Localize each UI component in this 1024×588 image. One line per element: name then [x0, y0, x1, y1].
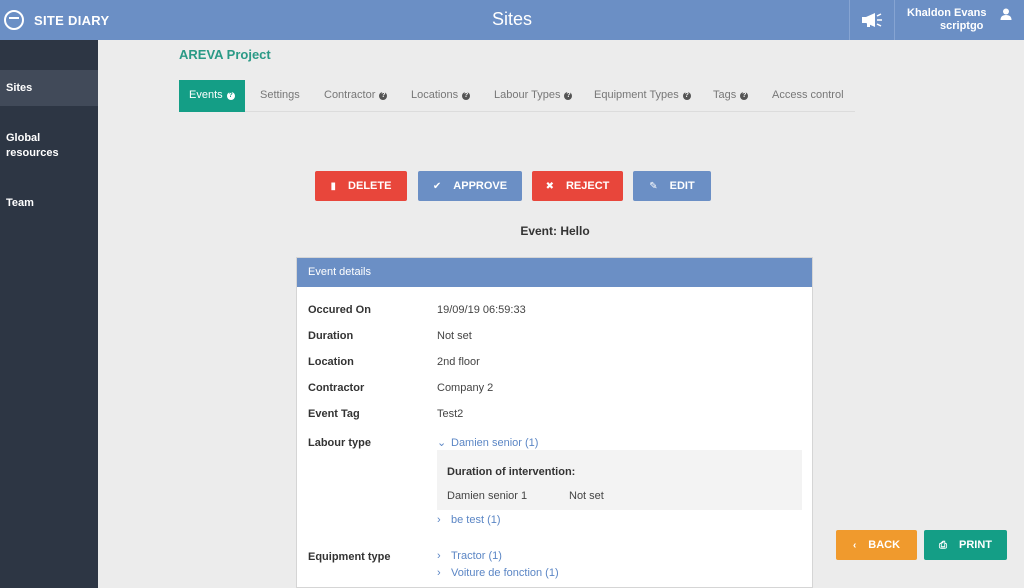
tab-labour-types[interactable]: Labour Types?	[494, 80, 573, 111]
field-value: 19/09/19 06:59:33	[437, 304, 526, 316]
x-icon: ✖	[545, 181, 554, 192]
intervention-name: Damien senior 1	[447, 490, 528, 502]
edit-button[interactable]: ✎ EDIT	[633, 171, 711, 201]
chevron-down-icon: ⌄	[437, 437, 447, 449]
help-icon: ?	[226, 92, 235, 100]
help-icon: ?	[379, 92, 388, 100]
button-label: DELETE	[348, 180, 392, 192]
tab-bar: Events? Settings Contractor? Locations? …	[179, 80, 855, 112]
user-org: scriptgo	[940, 20, 984, 32]
back-button[interactable]: ‹ BACK	[836, 530, 917, 560]
field-label: Location	[308, 356, 354, 368]
approve-button[interactable]: ✔ APPROVE	[418, 171, 522, 201]
tab-settings[interactable]: Settings	[260, 80, 300, 111]
button-label: APPROVE	[453, 180, 508, 192]
help-icon: ?	[564, 92, 573, 100]
button-label: PRINT	[959, 539, 992, 551]
button-label: EDIT	[669, 180, 695, 192]
intervention-value: Not set	[569, 490, 604, 502]
announcements-button[interactable]	[849, 0, 895, 40]
intervention-box: Duration of intervention: Damien senior …	[437, 450, 802, 510]
tab-contractor[interactable]: Contractor?	[324, 80, 388, 111]
equipment-item-label: Voiture de fonction (1)	[451, 567, 559, 579]
tab-label: Labour Types	[494, 89, 561, 101]
chevron-right-icon: ›	[437, 567, 441, 579]
tab-label: Contractor	[324, 89, 376, 101]
brand-name: SITE DIARY	[34, 12, 110, 28]
help-icon: ?	[462, 92, 471, 100]
print-button[interactable]: ⎙ PRINT	[924, 530, 1007, 560]
user-name: Khaldon Evans	[907, 7, 987, 19]
delete-button[interactable]: ▮ DELETE	[315, 171, 407, 201]
field-value: 2nd floor	[437, 356, 480, 368]
tab-locations[interactable]: Locations?	[411, 80, 471, 111]
help-icon: ?	[740, 92, 749, 100]
tab-label: Events	[189, 89, 223, 101]
check-icon: ✔	[432, 181, 442, 192]
tab-label: Locations	[411, 89, 459, 101]
sidebar-item-global-resources[interactable]: Global resources	[0, 131, 70, 161]
field-value: Test2	[437, 408, 464, 420]
equipment-type-label: Equipment type	[308, 551, 391, 563]
labour-item-label: Damien senior (1)	[451, 437, 539, 449]
tab-label: Access control	[772, 89, 844, 101]
sidebar-item-sites[interactable]: Sites	[0, 70, 98, 106]
chevron-left-icon: ‹	[852, 540, 857, 551]
help-icon: ?	[682, 92, 691, 100]
print-icon: ⎙	[939, 540, 947, 551]
field-label: Occured On	[308, 304, 371, 316]
sidebar-item-team[interactable]: Team	[0, 196, 98, 211]
page-title: Sites	[491, 9, 533, 29]
equipment-item[interactable]: › Tractor (1)	[437, 550, 502, 562]
chevron-right-icon: ›	[437, 514, 441, 526]
megaphone-icon	[862, 13, 882, 27]
labour-item-label: be test (1)	[451, 514, 501, 526]
trash-icon: ▮	[330, 181, 337, 192]
tab-equipment-types[interactable]: Equipment Types?	[594, 80, 691, 111]
button-label: BACK	[868, 539, 901, 551]
equipment-item[interactable]: › Voiture de fonction (1)	[437, 567, 559, 579]
helmet-icon	[4, 10, 24, 30]
labour-type-label: Labour type	[308, 437, 371, 449]
intervention-heading: Duration of intervention:	[447, 466, 576, 478]
tab-label: Settings	[260, 89, 300, 101]
user-menu[interactable]: Khaldon Evans scriptgo	[896, 0, 1024, 40]
tab-tags[interactable]: Tags?	[713, 80, 749, 111]
field-label: Event Tag	[308, 408, 360, 420]
reject-button[interactable]: ✖ REJECT	[532, 171, 623, 201]
edit-icon: ✎	[649, 181, 658, 192]
tab-label: Tags	[713, 89, 737, 101]
tab-events[interactable]: Events?	[179, 80, 245, 112]
button-label: REJECT	[565, 180, 610, 192]
top-bar: SITE DIARY Sites Khaldon Evans scriptgo	[0, 0, 1024, 40]
sidebar-item-label: Team	[6, 197, 34, 209]
sidebar-item-label: Sites	[6, 82, 33, 94]
field-value: Not set	[437, 330, 472, 342]
equipment-item-label: Tractor (1)	[451, 550, 502, 562]
brand[interactable]: SITE DIARY	[0, 0, 109, 40]
labour-item-expanded[interactable]: ⌄ Damien senior (1)	[437, 436, 538, 449]
project-title: AREVA Project	[179, 47, 271, 62]
event-title: Event: Hello	[520, 224, 590, 238]
tab-access-control[interactable]: Access control	[772, 80, 844, 111]
field-label: Contractor	[308, 382, 365, 394]
chevron-right-icon: ›	[437, 550, 441, 562]
labour-item-collapsed[interactable]: › be test (1)	[437, 514, 501, 526]
field-value: Company 2	[437, 382, 494, 394]
panel-header: Event details	[297, 258, 812, 287]
user-icon	[1000, 8, 1012, 20]
sidebar-item-label: Global resources	[6, 132, 59, 159]
event-details-panel: Event details Occured On 19/09/19 06:59:…	[296, 257, 813, 588]
tab-label: Equipment Types	[594, 89, 679, 101]
sidebar: Sites Global resources Team	[0, 40, 98, 588]
field-label: Duration	[308, 330, 354, 342]
